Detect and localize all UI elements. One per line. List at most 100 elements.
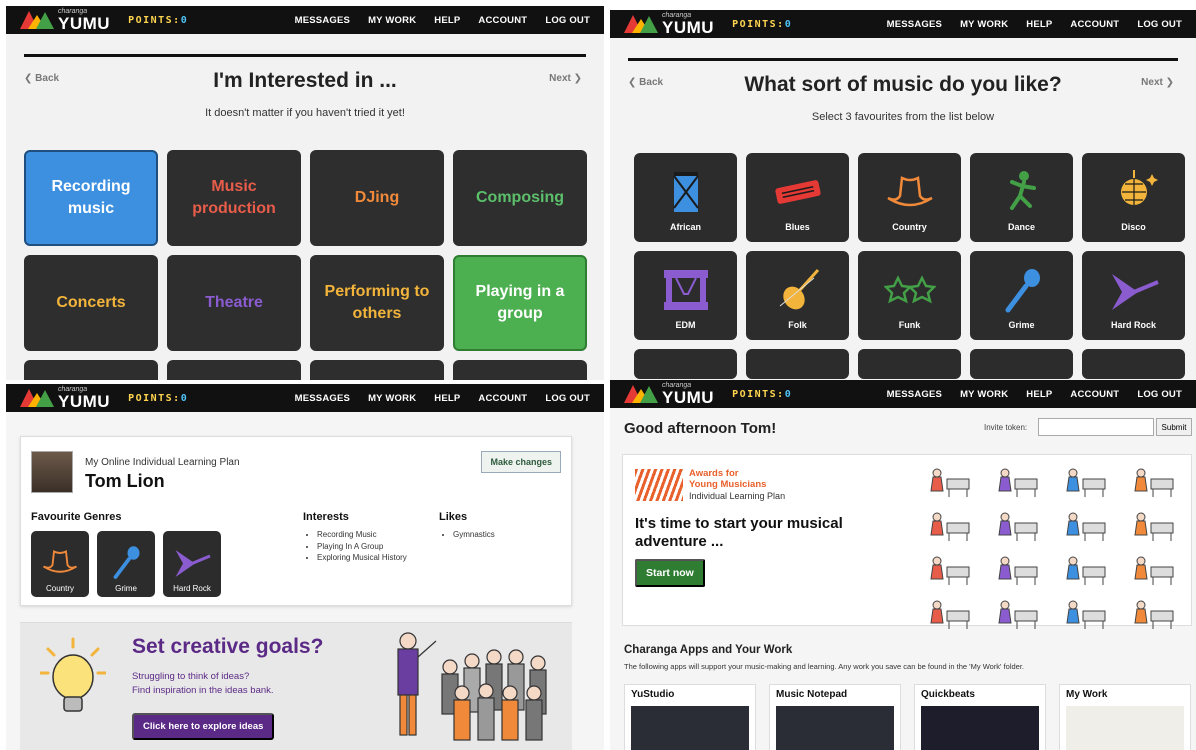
nav-messages[interactable]: MESSAGES [887, 19, 942, 30]
genre-tile-partial[interactable] [1082, 349, 1185, 379]
student-name: Tom Lion [85, 471, 165, 491]
musician-sketch [1055, 597, 1111, 631]
ilp-promo-card: Awards for Young Musicians Individual Le… [622, 454, 1192, 629]
nav-account[interactable]: ACCOUNT [1070, 19, 1119, 30]
nav-log-out[interactable]: LOG OUT [1137, 19, 1182, 30]
interest-tile-partial[interactable] [24, 360, 158, 380]
interest-tile[interactable]: Music production [167, 150, 301, 246]
genre-tile-funk[interactable]: Funk [858, 251, 961, 340]
interest-tile[interactable]: Playing in a group [453, 255, 587, 351]
nav-log-out[interactable]: LOG OUT [1137, 389, 1182, 400]
next-link[interactable]: Next ❯ [549, 73, 582, 84]
interest-tile-partial[interactable] [453, 360, 587, 380]
interest-tile[interactable]: Theatre [167, 255, 301, 351]
nav-menu: MESSAGES MY WORK HELP ACCOUNT LOG OUT [887, 19, 1182, 30]
app-title: Quickbeats [921, 689, 975, 700]
interest-tile[interactable]: Concerts [24, 255, 158, 351]
app-title: YuStudio [631, 689, 675, 700]
microphone-icon [1005, 269, 1040, 313]
interest-tile[interactable]: Composing [453, 150, 587, 246]
submit-button[interactable]: Submit [1156, 418, 1192, 436]
app-preview [631, 706, 749, 750]
nav-my-work[interactable]: MY WORK [960, 389, 1008, 400]
interest-tile[interactable]: Recording music [24, 150, 158, 246]
genre-tile-blues[interactable]: Blues [746, 153, 849, 242]
genre-tile-partial[interactable] [634, 349, 737, 379]
nav-account[interactable]: ACCOUNT [478, 393, 527, 404]
start-now-button[interactable]: Start now [635, 559, 705, 587]
yumu-logo[interactable]: charanga YUMU [624, 12, 714, 36]
logo-word: YUMU [662, 18, 715, 37]
make-changes-button[interactable]: Make changes [481, 451, 561, 473]
genre-label: Grime [1008, 320, 1035, 330]
goals-title: Set creative goals? [132, 635, 324, 658]
nav-log-out[interactable]: LOG OUT [545, 393, 590, 404]
app-card-my-work[interactable]: My Work [1059, 684, 1191, 750]
nav-menu: MESSAGES MY WORK HELP ACCOUNT LOG OUT [295, 393, 590, 404]
nav-messages[interactable]: MESSAGES [295, 15, 350, 26]
nav-menu: MESSAGES MY WORK HELP ACCOUNT LOG OUT [295, 15, 590, 26]
invite-token-input[interactable] [1038, 418, 1154, 436]
genre-tiles: African Blues Country Dance Disco EDM Folk Funk… [634, 153, 1185, 379]
dancer-icon [1009, 171, 1036, 210]
back-link[interactable]: ❮ Back [628, 77, 663, 88]
promo-heading: It's time to start your musical adventur… [635, 515, 843, 550]
yumu-logo[interactable]: charanga YUMU [20, 386, 110, 410]
page-subtitle: Select 3 favourites from the list below [811, 111, 995, 123]
app-preview [776, 706, 894, 750]
nav-my-work[interactable]: MY WORK [960, 19, 1008, 30]
back-link[interactable]: ❮ Back [24, 73, 59, 84]
interest-tile-partial[interactable] [167, 360, 301, 380]
invite-token-label: Invite token: [984, 423, 1028, 432]
genre-tile-african[interactable]: African [634, 153, 737, 242]
favourite-genre-hard-rock: Hard Rock [163, 531, 221, 597]
genre-label: Hard Rock [1110, 320, 1156, 330]
genre-tile-grime[interactable]: Grime [970, 251, 1073, 340]
yumu-logo[interactable]: charanga YUMU [20, 8, 110, 32]
genre-tile-edm[interactable]: EDM [634, 251, 737, 340]
next-link[interactable]: Next ❯ [1141, 77, 1174, 88]
nav-my-work[interactable]: MY WORK [368, 15, 416, 26]
nav-help[interactable]: HELP [1026, 19, 1052, 30]
logo-mark-icon [624, 15, 658, 33]
nav-account[interactable]: ACCOUNT [478, 15, 527, 26]
app-card-music-notepad[interactable]: Music Notepad [769, 684, 901, 750]
musician-sketch [919, 553, 975, 587]
genre-tile-country[interactable]: Country [858, 153, 961, 242]
nav-log-out[interactable]: LOG OUT [545, 15, 590, 26]
violin-icon [779, 268, 819, 310]
nav-help[interactable]: HELP [434, 393, 460, 404]
plan-label: My Online Individual Learning Plan [85, 457, 240, 468]
app-title: Music Notepad [776, 689, 848, 700]
musician-sketch [1123, 509, 1179, 543]
genre-tile-partial[interactable] [746, 349, 849, 379]
nav-help[interactable]: HELP [434, 15, 460, 26]
interest-tile-partial[interactable] [310, 360, 444, 380]
favourite-genres-heading: Favourite Genres [31, 511, 122, 523]
genre-tile-partial[interactable] [858, 349, 961, 379]
app-card-quickbeats[interactable]: Quickbeats [914, 684, 1046, 750]
points-counter: POINTS:0 [128, 392, 189, 404]
explore-ideas-button[interactable]: Click here to explore ideas [132, 713, 275, 740]
logo-mark-icon [20, 389, 54, 407]
points-counter: POINTS:0 [732, 388, 793, 400]
nav-account[interactable]: ACCOUNT [1070, 389, 1119, 400]
genre-label: Funk [898, 320, 921, 330]
genre-tile-partial[interactable] [970, 349, 1073, 379]
nav-messages[interactable]: MESSAGES [887, 389, 942, 400]
interest-tiles: Recording music Music production DJing Comp… [24, 150, 587, 380]
musician-sketch [1123, 597, 1179, 631]
app-card-yustudio[interactable]: YuStudio [624, 684, 756, 750]
yumu-logo[interactable]: charanga YUMU [624, 382, 714, 406]
genre-tile-hard-rock[interactable]: Hard Rock [1082, 251, 1185, 340]
nav-my-work[interactable]: MY WORK [368, 393, 416, 404]
flying-v-guitar-icon [1111, 274, 1159, 310]
musician-sketch [987, 465, 1043, 499]
genre-tile-dance[interactable]: Dance [970, 153, 1073, 242]
interest-tile[interactable]: Performing to others [310, 255, 444, 351]
genre-tile-folk[interactable]: Folk [746, 251, 849, 340]
nav-messages[interactable]: MESSAGES [295, 393, 350, 404]
interest-tile[interactable]: DJing [310, 150, 444, 246]
genre-tile-disco[interactable]: Disco [1082, 153, 1185, 242]
nav-help[interactable]: HELP [1026, 389, 1052, 400]
